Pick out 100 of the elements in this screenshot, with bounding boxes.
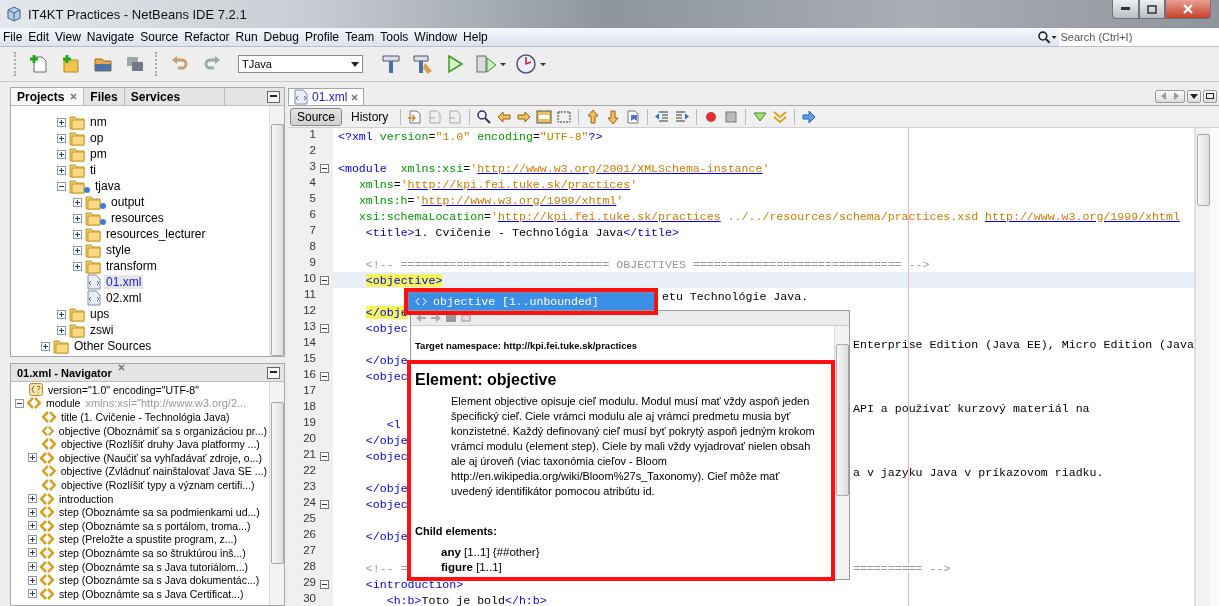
menu-item[interactable]: Profile: [302, 30, 342, 44]
xml-document-item[interactable]: 02.xml: [104, 291, 144, 305]
navigator-item[interactable]: step (Oboznámte sa sa podmienkami ud...): [57, 506, 262, 519]
expand-toggle[interactable]: [41, 341, 50, 351]
page-icon[interactable]: [460, 313, 472, 323]
menu-item[interactable]: Navigate: [83, 30, 138, 44]
close-icon[interactable]: [351, 93, 359, 101]
expand-toggle[interactable]: [73, 261, 82, 271]
expand-toggle[interactable]: [57, 325, 66, 335]
navigator-item[interactable]: objective (Rozlíšiť typy a význam certifi...): [59, 478, 257, 491]
expand-toggle[interactable]: [28, 562, 37, 571]
expand-toggle[interactable]: [28, 575, 37, 585]
menu-item[interactable]: Help: [460, 30, 491, 44]
close-icon[interactable]: [70, 93, 78, 100]
view-toggle[interactable]: History: [344, 107, 396, 126]
fold-icon[interactable]: [320, 371, 329, 381]
menu-item[interactable]: Refactor: [181, 30, 233, 44]
expand-toggle[interactable]: [28, 494, 37, 504]
menu-item[interactable]: Source: [137, 30, 182, 44]
scrollbar[interactable]: [269, 106, 284, 356]
view-toggle[interactable]: Source: [290, 107, 343, 126]
expand-toggle[interactable]: [28, 548, 37, 558]
panel-tab[interactable]: Projects: [11, 88, 85, 105]
navigator-item[interactable]: module: [44, 397, 83, 410]
search-icon[interactable]: [1037, 30, 1059, 44]
expand-toggle[interactable]: [28, 589, 37, 599]
expand-toggle[interactable]: [28, 534, 37, 544]
debug-icon[interactable]: [475, 52, 507, 76]
folder-item[interactable]: zswi: [88, 323, 116, 337]
expand-toggle[interactable]: [57, 149, 66, 159]
folder-item[interactable]: resources: [109, 211, 166, 225]
menu-item[interactable]: Run: [232, 30, 261, 44]
menu-item[interactable]: View: [52, 30, 84, 44]
expand-toggle[interactable]: [57, 165, 66, 175]
expand-toggle[interactable]: [73, 229, 82, 239]
menu-item[interactable]: Edit: [25, 30, 53, 44]
clock-icon[interactable]: [515, 52, 547, 76]
menu-item[interactable]: Team: [342, 30, 378, 44]
navigator-item[interactable]: step (Oboznámte sa s Java tutoriálom...): [57, 560, 251, 573]
navigator-item[interactable]: step (Oboznámte sa s Java Certificat...): [57, 587, 246, 600]
expand-toggle[interactable]: [28, 521, 37, 531]
navigator-item[interactable]: objective (Naučiť sa vyhľadávať zdroje, o...): [57, 451, 264, 464]
menu-item[interactable]: Tools: [377, 30, 412, 44]
editor-tab[interactable]: 01.xml: [288, 88, 365, 105]
configuration-dropdown[interactable]: TJava: [238, 55, 363, 73]
fold-icon[interactable]: [320, 579, 329, 589]
minimize-button[interactable]: [1112, 0, 1139, 19]
expand-toggle[interactable]: [57, 309, 66, 319]
expand-toggle[interactable]: [57, 117, 66, 127]
menu-item[interactable]: Window: [411, 30, 461, 44]
scrollbar[interactable]: [1195, 128, 1210, 606]
expand-toggle[interactable]: [57, 133, 66, 143]
expand-toggle[interactable]: [28, 507, 37, 517]
folder-item[interactable]: Other Sources: [72, 339, 154, 353]
hammer-icon[interactable]: [379, 52, 403, 76]
folder-item[interactable]: tjava: [93, 179, 123, 193]
folder-item[interactable]: transform: [104, 259, 159, 273]
minimize-button[interactable]: [267, 366, 280, 379]
minimize-button[interactable]: [267, 90, 280, 103]
expand-toggle[interactable]: [73, 213, 82, 223]
maximize-button[interactable]: [1203, 89, 1217, 103]
page-icon[interactable]: [445, 313, 457, 323]
fold-icon[interactable]: [320, 323, 329, 333]
navigator-item[interactable]: objective (Oboznámiť sa s organizáciou pr...): [56, 424, 269, 437]
fold-icon[interactable]: [320, 163, 329, 173]
scrollbar[interactable]: [269, 382, 284, 605]
dropdown-button[interactable]: [1187, 89, 1201, 103]
close-button[interactable]: [1165, 0, 1211, 19]
folder-item[interactable]: op: [88, 131, 106, 145]
fold-icon[interactable]: [320, 451, 329, 461]
close-icon[interactable]: [117, 364, 125, 371]
folder-item[interactable]: output: [109, 195, 147, 209]
maximize-button[interactable]: [1139, 0, 1165, 19]
folder-item[interactable]: style: [104, 243, 133, 257]
collapse-toggle[interactable]: [57, 181, 66, 191]
navigator-item[interactable]: objective (Rozlíšiť druhy Java platformy ...): [59, 438, 262, 451]
collapse-toggle[interactable]: [15, 398, 24, 408]
fold-icon[interactable]: [320, 275, 329, 285]
folder-item[interactable]: resources_lecturer: [104, 227, 208, 241]
menu-item[interactable]: Debug: [260, 30, 302, 44]
expand-toggle[interactable]: [28, 453, 37, 463]
expand-toggle[interactable]: [73, 197, 82, 207]
folder-item[interactable]: nm: [88, 115, 109, 129]
highlight-icon[interactable]: [535, 107, 554, 126]
navigator-item[interactable]: step (Oboznámte sa so štruktúrou inš...): [57, 546, 248, 559]
navigator-item[interactable]: step (Oboznámte sa s Java dokumentác...): [57, 574, 262, 587]
menu-item[interactable]: File: [0, 30, 26, 44]
fold-icon[interactable]: [320, 499, 329, 509]
hammer-broom-icon[interactable]: [411, 52, 435, 76]
navigator-item[interactable]: introduction: [57, 492, 116, 505]
forward-arrow-icon[interactable]: [430, 313, 442, 323]
xml-document-item[interactable]: 01.xml: [104, 275, 144, 289]
folder-item[interactable]: ups: [88, 307, 112, 321]
folder-item[interactable]: ti: [88, 163, 98, 177]
back-arrow-icon[interactable]: [415, 313, 427, 323]
navigator-item[interactable]: step (Preložte a spustite program, z...): [57, 533, 239, 546]
expand-toggle[interactable]: [73, 245, 82, 255]
navigator-item[interactable]: title (1. Cvičenie - Technológia Java): [59, 411, 232, 423]
navigator-item[interactable]: version="1.0" encoding="UTF-8": [46, 383, 201, 396]
navigator-item[interactable]: objective (Zvládnuť nainštalovať Java SE ...): [58, 465, 269, 478]
